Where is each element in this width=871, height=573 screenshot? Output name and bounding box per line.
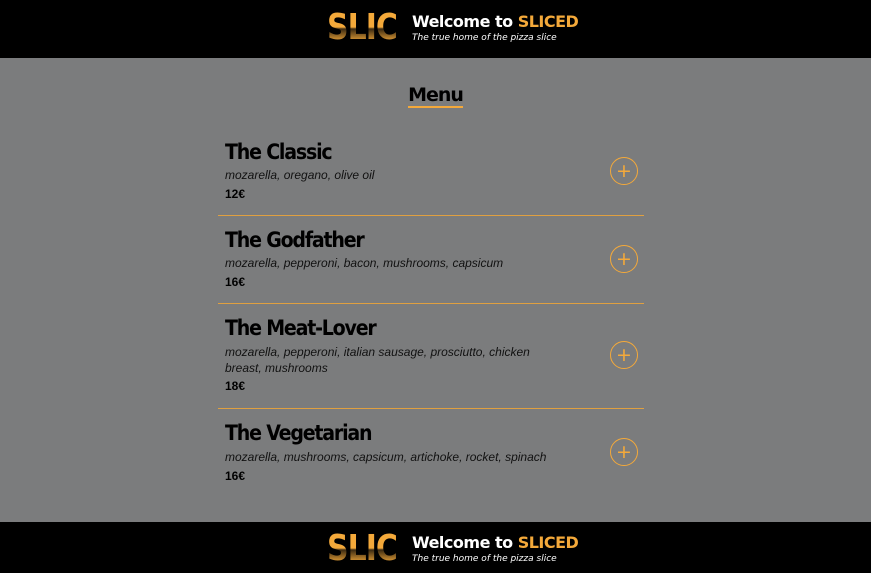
item-name: The Meat-Lover xyxy=(225,316,377,341)
menu-item: The Godfather mozarella, pepperoni, baco… xyxy=(218,216,644,304)
item-name: The Godfather xyxy=(225,228,365,253)
welcome-brand: SLICED xyxy=(517,533,579,552)
sliced-logo[interactable]: SLICED xyxy=(327,4,441,52)
menu-title: Menu xyxy=(408,84,464,108)
site-header: SLICED Welcome to SLICED The true home o… xyxy=(0,0,871,58)
welcome-brand: SLICED xyxy=(517,12,579,31)
brand[interactable]: SLICED Welcome to SLICED The true home o… xyxy=(327,6,579,48)
item-price: 16€ xyxy=(225,275,246,289)
site-footer: SLICED Welcome to SLICED The true home o… xyxy=(0,522,871,573)
add-to-cart-button[interactable]: + xyxy=(610,157,638,185)
brand[interactable]: SLICED Welcome to SLICED The true home o… xyxy=(327,527,579,569)
menu-item: The Vegetarian mozarella, mushrooms, cap… xyxy=(218,409,644,499)
add-to-cart-button[interactable]: + xyxy=(610,245,638,273)
item-name: The Vegetarian xyxy=(225,421,373,446)
add-to-cart-button[interactable]: + xyxy=(610,438,638,466)
plus-icon: + xyxy=(616,247,632,270)
plus-icon: + xyxy=(616,343,632,366)
item-description: mozarella, pepperoni, italian sausage, p… xyxy=(225,345,530,375)
sliced-logo[interactable]: SLICED xyxy=(327,525,441,573)
add-to-cart-button[interactable]: + xyxy=(610,341,638,369)
item-description: mozarella, pepperoni, bacon, mushrooms, … xyxy=(225,256,504,270)
item-price: 12€ xyxy=(225,187,246,201)
item-price: 16€ xyxy=(225,469,246,483)
item-price: 18€ xyxy=(225,379,246,393)
item-description: mozarella, oregano, olive oil xyxy=(225,168,375,182)
menu-item: The Classic mozarella, oregano, olive oi… xyxy=(218,130,644,216)
item-description: mozarella, mushrooms, capsicum, artichok… xyxy=(225,450,547,464)
item-name: The Classic xyxy=(225,140,333,165)
plus-icon: + xyxy=(616,159,632,182)
plus-icon: + xyxy=(616,440,632,463)
menu-item: The Meat-Lover mozarella, pepperoni, ita… xyxy=(218,304,644,409)
menu-title-container: Menu xyxy=(0,84,871,108)
